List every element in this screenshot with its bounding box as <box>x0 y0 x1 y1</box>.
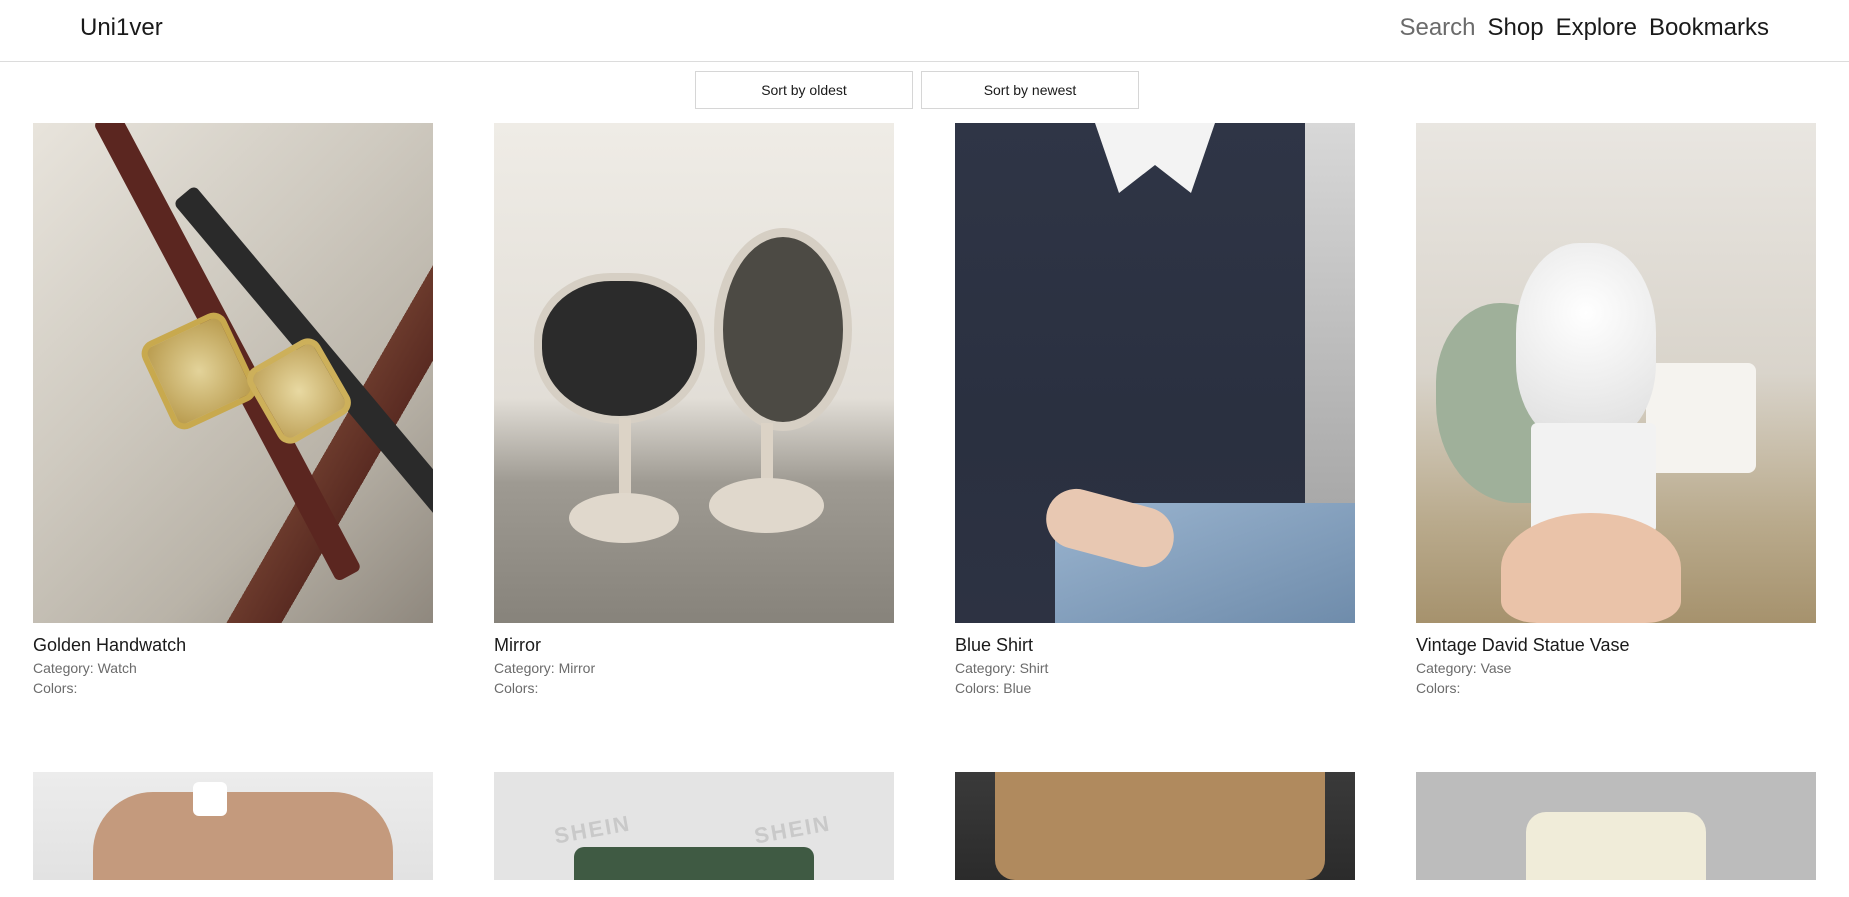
product-colors: Colors: <box>33 680 78 696</box>
product-image[interactable] <box>33 123 433 623</box>
top-navbar: Uni1ver Search Shop Explore Bookmarks <box>0 0 1849 62</box>
product-card[interactable] <box>33 772 433 880</box>
hand <box>1501 513 1681 623</box>
product-card[interactable]: Golden Handwatch Category: Watch Colors: <box>33 123 433 696</box>
product-image[interactable]: SHEIN SHEIN <box>494 772 894 880</box>
product-colors: Colors: <box>1416 680 1461 696</box>
trench-coat <box>995 772 1325 880</box>
nav-search-link[interactable]: Search <box>1399 14 1475 42</box>
product-card[interactable] <box>955 772 1355 880</box>
product-image[interactable] <box>1416 772 1816 880</box>
main-nav: Search Shop Explore Bookmarks <box>1399 14 1769 42</box>
product-image[interactable] <box>33 772 433 880</box>
oval-mirror <box>714 228 852 431</box>
product-card[interactable]: SHEIN SHEIN <box>494 772 894 880</box>
mirror-stand <box>761 423 773 483</box>
mirror-stand <box>619 418 631 498</box>
product-card[interactable] <box>1416 772 1816 880</box>
product-category: Category: Mirror <box>494 660 596 676</box>
product-card[interactable]: Mirror Category: Mirror Colors: <box>494 123 894 696</box>
statue-bust <box>1516 243 1656 443</box>
product-category: Category: Shirt <box>955 660 1049 676</box>
site-logo[interactable]: Uni1ver <box>80 14 163 42</box>
mirror-base <box>569 493 679 543</box>
product-card[interactable]: Vintage David Statue Vase Category: Vase… <box>1416 123 1816 696</box>
product-category: Category: Vase <box>1416 660 1512 676</box>
nav-explore-link[interactable]: Explore <box>1556 14 1637 42</box>
product-title[interactable]: Mirror <box>494 635 894 656</box>
product-colors: Colors: Blue <box>955 680 1032 696</box>
side-table <box>1646 363 1756 473</box>
product-image[interactable] <box>494 123 894 623</box>
sort-oldest-button[interactable]: Sort by oldest <box>695 71 913 109</box>
cup <box>193 782 227 816</box>
product-category: Category: Watch <box>33 660 137 676</box>
product-title[interactable]: Vintage David Statue Vase <box>1416 635 1816 656</box>
nav-shop-link[interactable]: Shop <box>1488 14 1544 42</box>
sort-controls: Sort by oldest Sort by newest <box>695 71 1139 109</box>
product-image[interactable] <box>1416 123 1816 623</box>
product-card[interactable]: Blue Shirt Category: Shirt Colors: Blue <box>955 123 1355 696</box>
sort-newest-button[interactable]: Sort by newest <box>921 71 1139 109</box>
watch-face <box>137 308 261 434</box>
heart-mirror <box>534 273 705 424</box>
shirt-collar <box>1095 123 1215 193</box>
product-colors: Colors: <box>494 680 539 696</box>
fabric <box>574 847 814 880</box>
mirror-base <box>709 478 824 533</box>
dress <box>1526 812 1706 880</box>
product-image[interactable] <box>955 772 1355 880</box>
product-title[interactable]: Blue Shirt <box>955 635 1355 656</box>
coat <box>93 792 393 880</box>
nav-bookmarks-link[interactable]: Bookmarks <box>1649 14 1769 42</box>
product-title[interactable]: Golden Handwatch <box>33 635 433 656</box>
brand-watermark: SHEIN <box>552 810 633 849</box>
product-image[interactable] <box>955 123 1355 623</box>
brand-watermark: SHEIN <box>752 810 833 849</box>
